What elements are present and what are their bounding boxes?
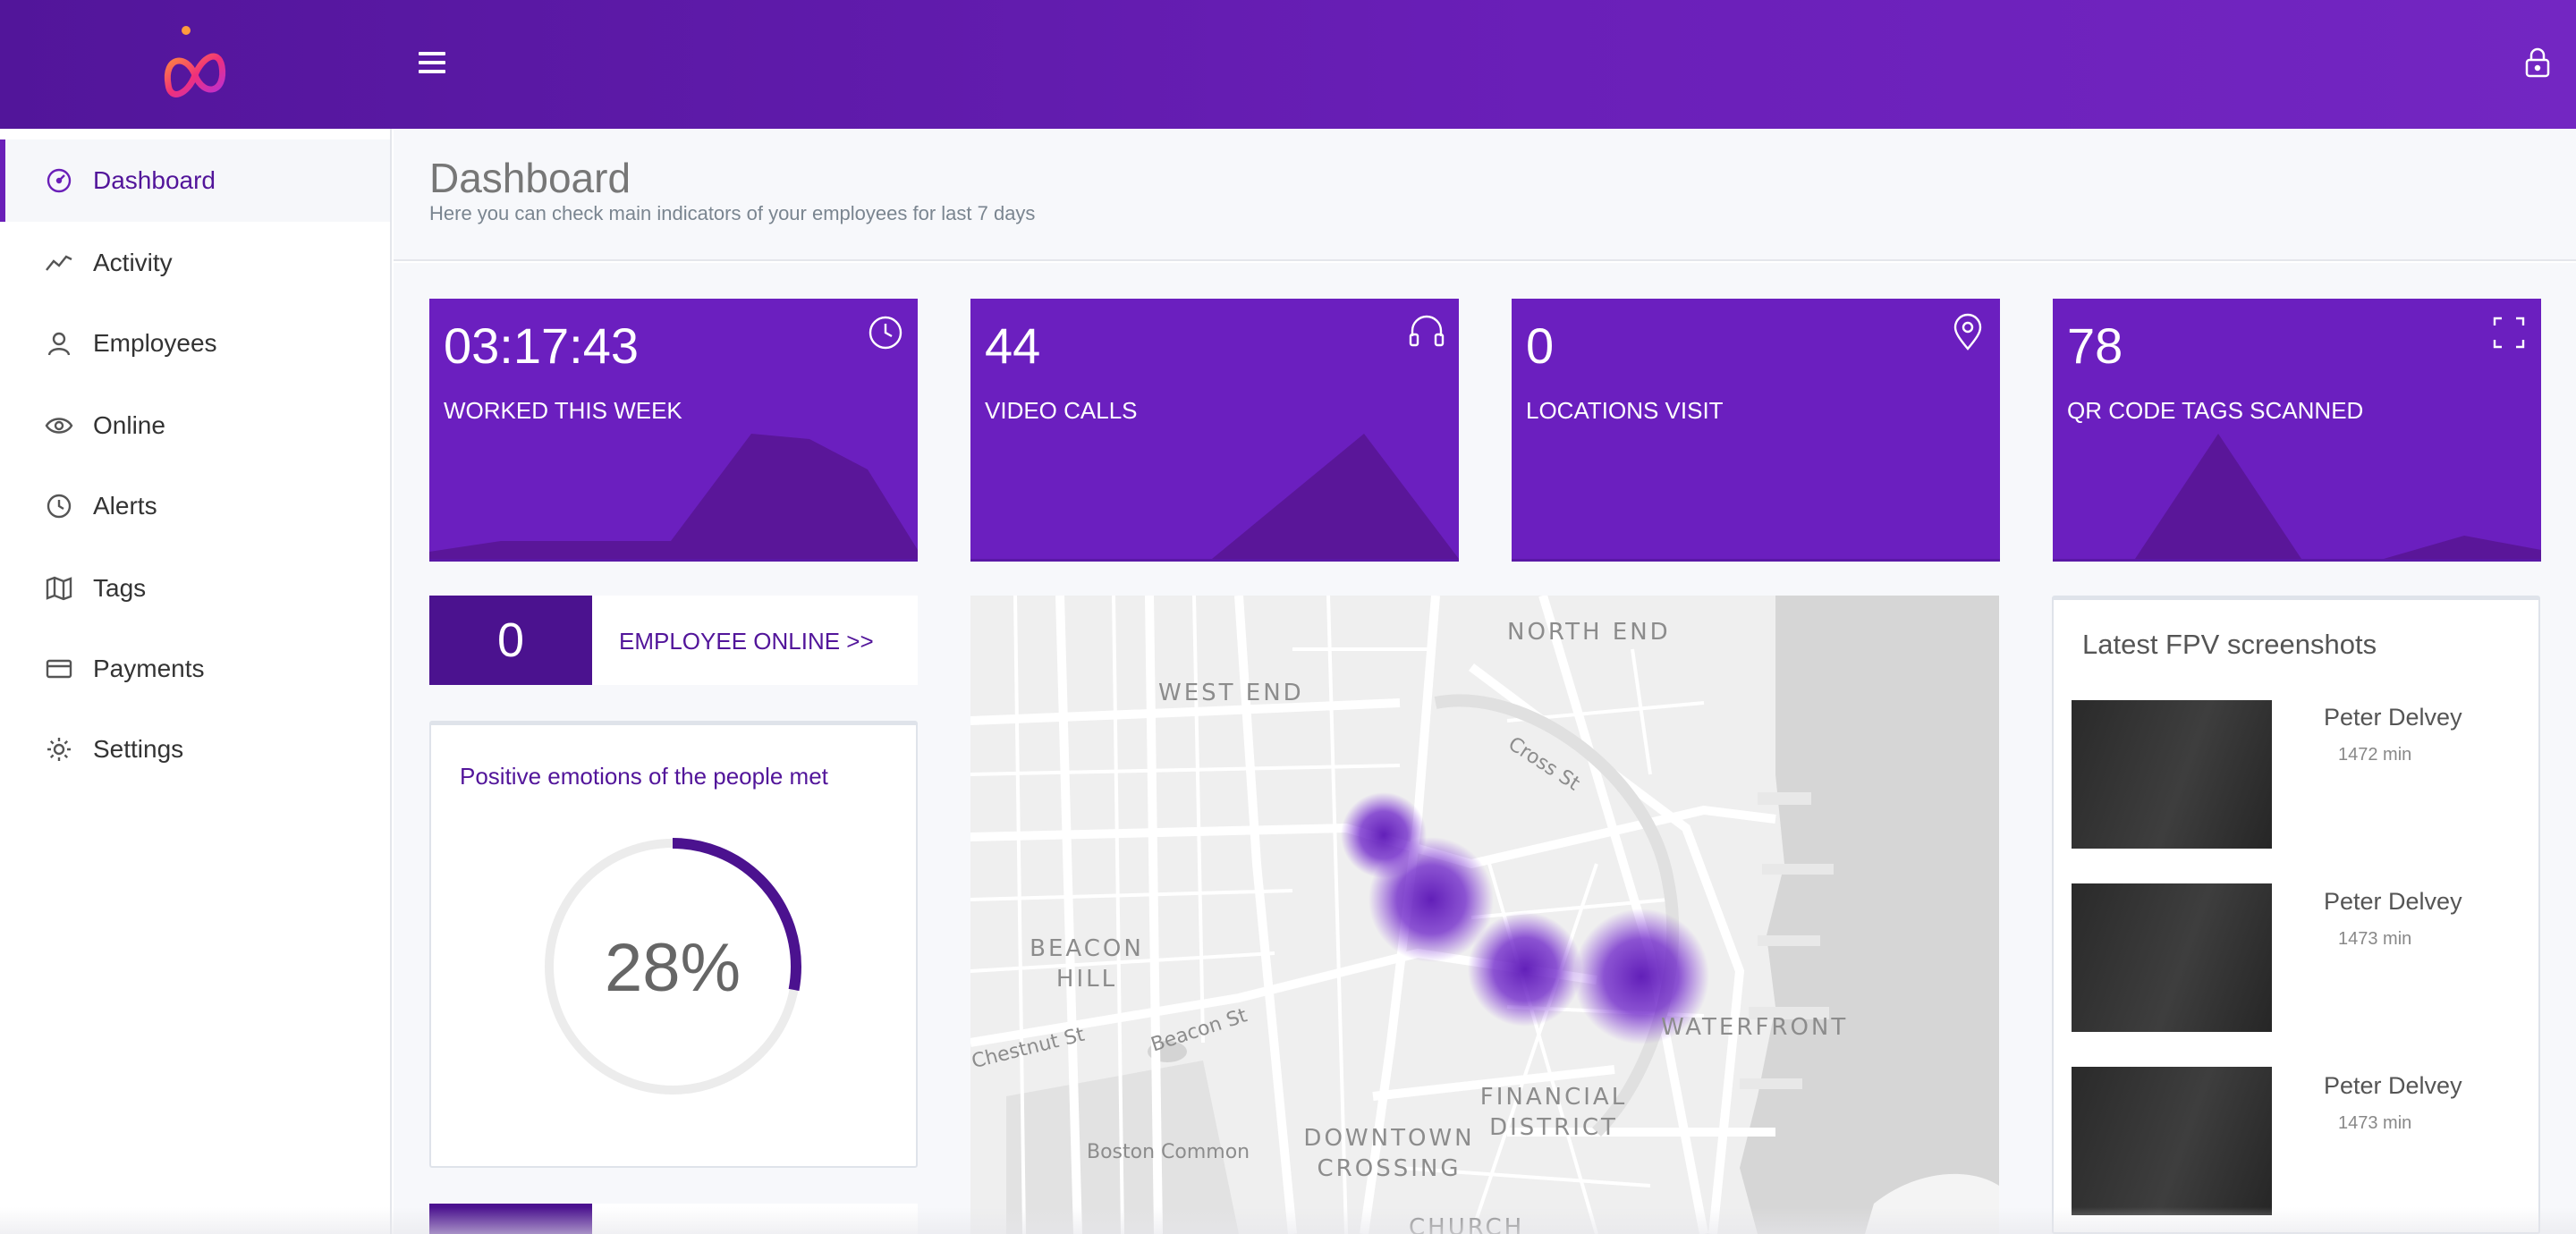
- fpv-thumbnail[interactable]: [2072, 700, 2272, 849]
- fpv-thumbnail[interactable]: [2072, 883, 2272, 1032]
- fpv-minutes: 1472 min: [2338, 745, 2412, 765]
- sidebar-item-label: Activity: [93, 249, 173, 276]
- sidebar-item-dashboard[interactable]: Dashboard: [0, 139, 390, 222]
- stat-card-qr-codes[interactable]: 78 QR CODE TAGS SCANNED: [2053, 299, 2541, 562]
- fpv-thumbnail[interactable]: [2072, 1067, 2272, 1215]
- fpv-title: Latest FPV screenshots: [2082, 629, 2377, 660]
- fpv-employee-name: Peter Delvey: [2324, 888, 2462, 915]
- sparkline: [429, 434, 918, 559]
- lock-icon[interactable]: [2522, 46, 2553, 79]
- sidebar-item-tags[interactable]: Tags: [0, 547, 390, 630]
- fpv-minutes: 1473 min: [2338, 929, 2412, 949]
- map-district-label: DOWNTOWN CROSSING: [1303, 1125, 1475, 1182]
- sidebar-item-activity[interactable]: Activity: [0, 222, 390, 304]
- secondary-count-box: [429, 1204, 592, 1234]
- sidebar-item-employees[interactable]: Employees: [0, 302, 390, 385]
- stat-card-video-calls[interactable]: 44 VIDEO CALLS: [970, 299, 1459, 562]
- map-district-label: WEST END: [1158, 680, 1304, 706]
- top-bar: [0, 0, 2576, 129]
- sidebar-item-payments[interactable]: Payments: [0, 628, 390, 710]
- sparkline: [970, 434, 1459, 559]
- map-icon: [43, 572, 75, 604]
- clock-icon: [43, 490, 75, 522]
- secondary-online-box: [429, 1204, 918, 1234]
- emotions-title: Positive emotions of the people met: [460, 763, 828, 790]
- emotions-card: Positive emotions of the people met 28%: [429, 721, 918, 1168]
- user-icon: [43, 327, 75, 359]
- page-subtitle: Here you can check main indicators of yo…: [429, 202, 1036, 224]
- sidebar-item-label: Tags: [93, 574, 147, 602]
- eye-icon: [43, 410, 75, 442]
- gear-icon: [43, 733, 75, 765]
- sidebar-item-label: Payments: [93, 655, 205, 682]
- sidebar-item-online[interactable]: Online: [0, 385, 390, 467]
- map-street-label: Boston Common: [1087, 1141, 1250, 1163]
- stat-card-worked[interactable]: 03:17:43 WORKED THIS WEEK: [429, 299, 918, 562]
- brand-logo-icon[interactable]: [159, 21, 231, 111]
- clock-icon: [866, 313, 905, 352]
- credit-card-icon: [43, 653, 75, 685]
- fpv-employee-name: Peter Delvey: [2324, 1072, 2462, 1099]
- employee-online-link[interactable]: EMPLOYEE ONLINE >>: [619, 628, 874, 655]
- sidebar-item-label: Settings: [93, 735, 184, 763]
- sidebar-item-label: Employees: [93, 329, 217, 357]
- fpv-minutes: 1473 min: [2338, 1113, 2412, 1133]
- trend-line-icon: [43, 247, 75, 279]
- page-title: Dashboard: [429, 155, 631, 201]
- location-pin-icon: [1948, 313, 1987, 352]
- online-count: 0: [429, 596, 592, 685]
- map-district-label: WATERFRONT: [1661, 1014, 1849, 1041]
- hamburger-icon[interactable]: [419, 52, 445, 75]
- map-district-label: CHURCH: [1409, 1214, 1525, 1234]
- stat-value: 44: [985, 317, 1041, 374]
- sidebar-item-label: Alerts: [93, 492, 157, 520]
- fpv-screenshots-card: Latest FPV screenshots Peter Delvey 1472…: [2052, 596, 2540, 1234]
- map-district-label: BEACON HILL: [1030, 935, 1144, 993]
- stat-card-locations[interactable]: 0 LOCATIONS VISIT: [1512, 299, 2000, 562]
- sidebar-item-label: Online: [93, 411, 165, 439]
- sparkline: [2053, 434, 2541, 559]
- stat-label: LOCATIONS VISIT: [1526, 397, 1724, 424]
- sidebar-item-settings[interactable]: Settings: [0, 708, 390, 790]
- heat-map[interactable]: NORTH END WEST END BEACON HILL WATERFRON…: [970, 596, 1999, 1234]
- stat-value: 0: [1526, 317, 1555, 374]
- sidebar-item-label: Dashboard: [93, 166, 216, 194]
- map-district-label: NORTH END: [1507, 619, 1671, 646]
- sidebar: Dashboard Activity Employees Online Aler…: [0, 129, 392, 1234]
- headset-icon: [1407, 313, 1446, 352]
- speedometer-icon: [43, 165, 75, 197]
- fpv-employee-name: Peter Delvey: [2324, 704, 2462, 731]
- scan-frame-icon: [2489, 313, 2529, 352]
- stat-value: 78: [2067, 317, 2123, 374]
- page-header: Dashboard Here you can check main indica…: [394, 129, 2576, 261]
- stat-value: 03:17:43: [444, 317, 639, 374]
- map-district-label: FINANCIAL DISTRICT: [1479, 1084, 1628, 1141]
- emotions-percent: 28%: [604, 930, 741, 1006]
- sidebar-item-alerts[interactable]: Alerts: [0, 465, 390, 547]
- employee-online-box[interactable]: 0 EMPLOYEE ONLINE >>: [429, 596, 918, 685]
